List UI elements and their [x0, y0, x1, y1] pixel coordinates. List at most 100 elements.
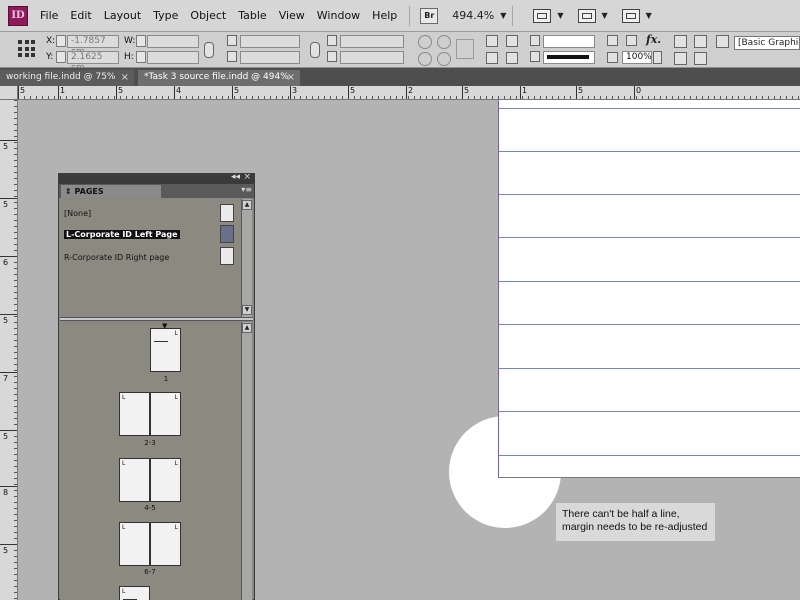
zoom-level[interactable]: 494.4%: [452, 9, 494, 22]
menu-type[interactable]: Type: [147, 0, 184, 32]
shear-angle-field[interactable]: [340, 51, 404, 64]
master-right-page[interactable]: R-Corporate ID Right page: [64, 253, 169, 262]
panel-divider[interactable]: [60, 317, 253, 321]
menu-file[interactable]: File: [34, 0, 64, 32]
h-stepper[interactable]: [136, 51, 146, 63]
opacity-arrow-icon[interactable]: [653, 51, 662, 64]
close-icon[interactable]: ×: [287, 70, 295, 85]
select-previous-icon[interactable]: [506, 35, 518, 47]
w-stepper[interactable]: [136, 35, 146, 47]
menu-help[interactable]: Help: [366, 0, 403, 32]
scroll-down-icon[interactable]: ▼: [242, 305, 252, 315]
control-panel: X: -1.7857 cm Y: 2.1625 cm W: H: fx. 100…: [0, 32, 800, 73]
fill-frame-icon[interactable]: [674, 52, 687, 65]
x-field[interactable]: -1.7857 cm: [67, 35, 119, 57]
view-options-dropdown-icon[interactable]: ▼: [557, 11, 563, 20]
screen-mode-dropdown-icon[interactable]: ▼: [602, 11, 608, 20]
screen-mode-icon[interactable]: [577, 8, 596, 23]
page-thumbnail-8[interactable]: L: [119, 586, 150, 600]
bridge-button[interactable]: Br: [420, 7, 439, 24]
select-content-icon[interactable]: [486, 52, 498, 64]
scale-y-icon[interactable]: [227, 51, 237, 62]
close-icon[interactable]: ×: [121, 70, 129, 85]
collapse-icon[interactable]: ◂◂: [231, 172, 240, 182]
flip-horizontal-icon[interactable]: [418, 52, 432, 66]
page-thumbnail-2[interactable]: L: [119, 392, 150, 436]
text-wrap-icon[interactable]: [674, 35, 687, 48]
document-page[interactable]: [498, 100, 800, 478]
master-none-thumbnail[interactable]: [220, 204, 234, 222]
master-none[interactable]: [None]: [64, 209, 91, 218]
master-left-page[interactable]: L-Corporate ID Left Page: [64, 230, 180, 239]
rotate-angle-icon[interactable]: [327, 35, 337, 46]
scale-x-icon[interactable]: [227, 35, 237, 46]
menu-object[interactable]: Object: [184, 0, 232, 32]
tab-pages[interactable]: ⇕ PAGES: [61, 185, 161, 198]
page-thumbnail-5[interactable]: L: [150, 458, 181, 502]
baseline-guide: [499, 151, 800, 152]
object-style-field[interactable]: [Basic Graphics Frame]: [734, 36, 800, 50]
select-container-icon[interactable]: [486, 35, 498, 47]
page-thumbnail-7[interactable]: L: [150, 522, 181, 566]
arrange-dropdown-icon[interactable]: ▼: [646, 11, 652, 20]
arrange-documents-icon[interactable]: [621, 8, 640, 23]
rotate-angle-field[interactable]: [340, 35, 404, 48]
constrain-proportions-icon[interactable]: [204, 42, 214, 58]
w-field[interactable]: [147, 35, 199, 48]
master-right-thumbnail[interactable]: [220, 247, 234, 265]
menu-view[interactable]: View: [273, 0, 311, 32]
page-label: 2-3: [144, 439, 156, 447]
vertical-ruler[interactable]: 5 5 6 5 7 5 8 5: [0, 100, 18, 600]
drop-shadow-icon[interactable]: [626, 35, 637, 46]
masters-scrollbar[interactable]: ▲ ▼: [241, 199, 252, 317]
reference-point-icon[interactable]: [18, 40, 36, 58]
x-stepper[interactable]: [56, 35, 66, 47]
rotate-cw-icon[interactable]: [418, 35, 432, 49]
menu-bar: ID File Edit Layout Type Object Table Vi…: [0, 0, 800, 32]
tab-working-file[interactable]: working file.indd @ 75% ×: [0, 70, 134, 86]
tab-task3-source[interactable]: *Task 3 source file.indd @ 494% ×: [138, 70, 300, 86]
page-thumbnail-6[interactable]: L: [119, 522, 150, 566]
panel-titlebar[interactable]: ◂◂ ×: [59, 172, 254, 184]
horizontal-ruler[interactable]: 5 1 5 4 5 3 5 2 5 1 5 0: [18, 86, 800, 100]
frame-fitting-icon[interactable]: [694, 35, 707, 48]
shear-angle-icon[interactable]: [327, 51, 337, 62]
fit-content-icon[interactable]: [694, 52, 707, 65]
page-thumbnail-3[interactable]: L: [150, 392, 181, 436]
scroll-up-icon[interactable]: ▲: [242, 200, 252, 210]
stroke-style-dropdown[interactable]: [543, 51, 595, 64]
scale-y-field[interactable]: [240, 51, 300, 64]
menu-layout[interactable]: Layout: [98, 0, 147, 32]
ruler-origin[interactable]: [0, 86, 18, 100]
menu-edit[interactable]: Edit: [64, 0, 97, 32]
stroke-swatch-icon[interactable]: [530, 51, 540, 62]
master-left-thumbnail[interactable]: [220, 225, 234, 243]
stroke-icon[interactable]: [607, 35, 618, 46]
object-style-icon[interactable]: [716, 35, 729, 48]
menu-window[interactable]: Window: [311, 0, 366, 32]
menu-table[interactable]: Table: [232, 0, 272, 32]
fill-dropdown[interactable]: [543, 35, 595, 48]
select-next-icon[interactable]: [506, 52, 518, 64]
view-options-icon[interactable]: [533, 8, 552, 23]
constrain-scale-icon[interactable]: [310, 42, 320, 58]
y-stepper[interactable]: [56, 51, 66, 63]
h-field[interactable]: [147, 51, 199, 64]
fill-swatch-icon[interactable]: [530, 35, 540, 46]
ruler-label: 1: [522, 86, 528, 95]
panel-menu-icon[interactable]: ▾≡: [241, 185, 252, 194]
zoom-dropdown-icon[interactable]: ▼: [500, 11, 506, 20]
page-thumbnail-4[interactable]: L: [119, 458, 150, 502]
scale-x-field[interactable]: [240, 35, 300, 48]
master-prefix: L: [174, 524, 178, 531]
tab-arrows-icon: ⇕: [65, 187, 75, 196]
y-field[interactable]: 2.1625 cm: [67, 51, 119, 73]
rotate-ccw-icon[interactable]: [437, 35, 451, 49]
pages-scrollbar[interactable]: ▲: [241, 322, 252, 600]
opacity-field[interactable]: 100%: [622, 51, 652, 64]
flip-vertical-icon[interactable]: [437, 52, 451, 66]
close-icon[interactable]: ×: [243, 172, 251, 182]
page-thumbnail-1[interactable]: L: [150, 328, 181, 372]
effects-icon[interactable]: fx.: [646, 33, 661, 46]
scroll-up-icon[interactable]: ▲: [242, 323, 252, 333]
